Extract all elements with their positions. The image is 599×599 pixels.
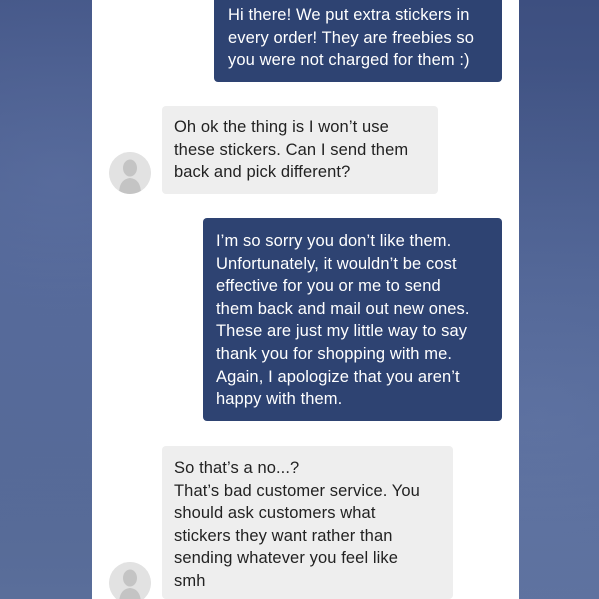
message-bubble-customer: So that’s a no...? That’s bad customer s… [162, 446, 453, 599]
message-bubble-shop: I’m so sorry you don’t like them. Unfort… [203, 218, 502, 421]
message-bubble-customer: Oh ok the thing is I won’t use these sti… [162, 106, 438, 194]
user-silhouette-icon [109, 152, 151, 194]
conversation-panel[interactable]: Hi there! We put extra stickers in every… [92, 0, 519, 599]
customer-avatar[interactable] [109, 152, 151, 194]
message-bubble-shop: Hi there! We put extra stickers in every… [214, 0, 502, 82]
user-silhouette-icon [109, 562, 151, 599]
customer-avatar[interactable] [109, 562, 151, 599]
